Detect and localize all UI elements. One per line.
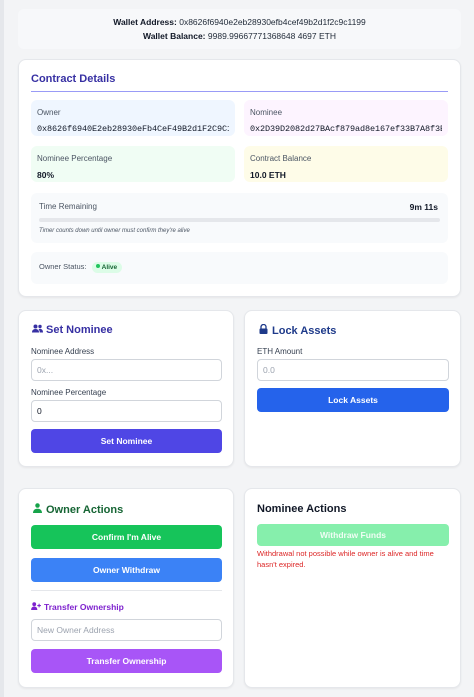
owner-status-box: Owner Status: Alive bbox=[31, 252, 448, 284]
status-badge: Alive bbox=[91, 262, 123, 273]
contract-balance-tile: Contract Balance 10.0 ETH bbox=[244, 146, 448, 182]
nominee-address-label: Nominee Address bbox=[31, 347, 95, 356]
contract-balance-label: Contract Balance bbox=[250, 154, 312, 163]
set-nominee-title: Set Nominee bbox=[46, 324, 113, 336]
owner-actions-title: Owner Actions bbox=[46, 504, 124, 516]
lock-assets-title: Lock Assets bbox=[272, 325, 337, 337]
withdraw-funds-button[interactable]: Withdraw Funds bbox=[257, 524, 449, 546]
confirm-alive-button[interactable]: Confirm I'm Alive bbox=[31, 525, 222, 549]
owner-actions-card: Owner Actions Confirm I'm Alive Owner Wi… bbox=[18, 488, 234, 688]
user-plus-icon bbox=[31, 602, 42, 612]
nominee-percentage-tile: Nominee Percentage 80% bbox=[31, 146, 235, 182]
time-remaining-box: Time Remaining 9m 11s Timer counts down … bbox=[31, 193, 448, 243]
new-owner-address-input[interactable] bbox=[31, 619, 222, 641]
wallet-balance: 9989.99667771368648 4697 ETH bbox=[207, 30, 336, 41]
wallet-balance-line: Wallet Balance: 9989.99667771368648 4697… bbox=[18, 30, 461, 44]
time-note: Timer counts down until owner must confi… bbox=[39, 228, 190, 234]
contract-details-title: Contract Details bbox=[31, 73, 116, 85]
owner-actions-title-row: Owner Actions bbox=[31, 503, 123, 516]
owner-tile: Owner 0x8626f6940E2eb28930eFb4CeF49B2d1F… bbox=[31, 100, 235, 136]
transfer-ownership-title-row: Transfer Ownership bbox=[31, 602, 124, 612]
nominee-label: Nominee bbox=[250, 108, 283, 117]
wallet-balance-label: Wallet Balance: bbox=[143, 30, 206, 41]
set-nominee-card: Set Nominee Nominee Address Nominee Perc… bbox=[18, 310, 234, 467]
nominee-actions-title: Nominee Actions bbox=[257, 503, 347, 515]
eth-amount-label: ETH Amount bbox=[257, 347, 303, 356]
owner-withdraw-button[interactable]: Owner Withdraw bbox=[31, 558, 222, 582]
lock-assets-button[interactable]: Lock Assets bbox=[257, 388, 449, 412]
nominee-actions-card: Nominee Actions Withdraw Funds Withdrawa… bbox=[244, 488, 461, 688]
page: Wallet Address: 0x8626f6940e2eb28930efb4… bbox=[0, 0, 474, 697]
wallet-address-line: Wallet Address: 0x8626f6940e2eb28930efb4… bbox=[18, 16, 461, 30]
user-icon bbox=[31, 503, 43, 516]
status-text: Alive bbox=[101, 264, 118, 271]
set-nominee-title-row: Set Nominee bbox=[31, 324, 113, 336]
lock-icon bbox=[257, 323, 269, 337]
left-border bbox=[0, 0, 4, 697]
lock-assets-title-row: Lock Assets bbox=[257, 323, 337, 337]
nominee-percentage-label: Nominee Percentage bbox=[37, 154, 113, 163]
nominee-address: 0x2D39D2082d27BAcf879ad8e167ef33B7A8f3EF… bbox=[250, 124, 442, 134]
owner-status-row: Owner Status: Alive bbox=[39, 262, 123, 273]
wallet-address-label: Wallet Address: bbox=[113, 17, 177, 27]
users-icon bbox=[31, 324, 43, 336]
owner-address: 0x8626f6940E2eb28930eFb4CeF49B2d1F2C9C11… bbox=[37, 124, 229, 134]
lock-assets-card: Lock Assets ETH Amount Lock Assets bbox=[244, 310, 461, 467]
set-nominee-button[interactable]: Set Nominee bbox=[31, 429, 222, 453]
section-divider bbox=[31, 590, 222, 591]
eth-amount-input[interactable] bbox=[257, 359, 449, 381]
time-remaining-label: Time Remaining bbox=[39, 202, 97, 211]
status-dot-icon bbox=[95, 264, 100, 268]
nominee-percentage-value: 80% bbox=[37, 170, 55, 180]
owner-label: Owner bbox=[37, 108, 61, 117]
nominee-percentage-input[interactable] bbox=[31, 400, 222, 422]
contract-balance-value: 10.0 ETH bbox=[250, 170, 286, 180]
owner-status-label: Owner Status: bbox=[39, 262, 87, 271]
transfer-ownership-title: Transfer Ownership bbox=[44, 602, 124, 612]
wallet-info: Wallet Address: 0x8626f6940e2eb28930efb4… bbox=[18, 9, 461, 49]
title-underline bbox=[31, 91, 448, 92]
withdrawal-error-message: Withdrawal not possible while owner is a… bbox=[257, 549, 434, 569]
time-remaining-value: 9m 11s bbox=[409, 202, 438, 212]
wallet-address: 0x8626f6940e2eb28930efb4cef49b2d1f2c9c11… bbox=[179, 17, 366, 27]
time-progress-bar bbox=[39, 218, 440, 222]
nominee-address-input[interactable] bbox=[31, 359, 222, 381]
nominee-percentage-field-label: Nominee Percentage bbox=[31, 388, 107, 397]
contract-details-card: Contract Details Owner 0x8626f6940E2eb28… bbox=[18, 59, 461, 297]
transfer-ownership-button[interactable]: Transfer Ownership bbox=[31, 649, 222, 673]
nominee-tile: Nominee 0x2D39D2082d27BAcf879ad8e167ef33… bbox=[244, 100, 448, 136]
